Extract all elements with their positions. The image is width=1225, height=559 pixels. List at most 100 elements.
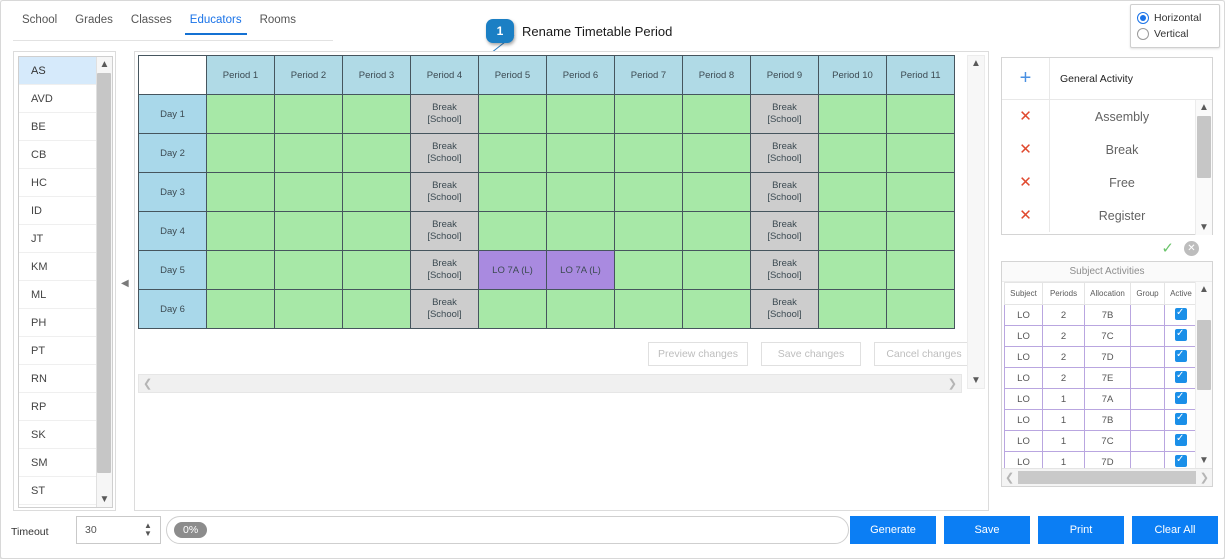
timetable-cell-free[interactable]	[614, 133, 683, 173]
timetable-cell-break[interactable]: Break [School]	[410, 94, 479, 134]
timetable-cell-free[interactable]	[886, 211, 955, 251]
timetable-cell-free[interactable]	[274, 133, 343, 173]
ga-scroll-thumb[interactable]	[1197, 116, 1211, 178]
period-header-cell[interactable]: Period 7	[614, 55, 683, 95]
cancel-changes-button[interactable]: Cancel changes	[874, 342, 974, 366]
cell-active[interactable]	[1164, 367, 1198, 389]
subject-activities-row[interactable]: LO 2 7C	[1004, 325, 1198, 347]
timetable-cell-free[interactable]	[682, 172, 751, 212]
timetable-cell-free[interactable]	[342, 94, 411, 134]
subject-activities-row[interactable]: LO 1 7A	[1004, 388, 1198, 410]
timetable-horizontal-scrollbar[interactable]: ❮ ❯	[138, 374, 962, 393]
cell-active[interactable]	[1164, 409, 1198, 431]
period-header-cell[interactable]: Period 8	[682, 55, 751, 95]
subject-activities-column-header[interactable]: Allocation	[1084, 282, 1131, 305]
delete-activity-icon[interactable]: ✕	[1002, 199, 1050, 232]
subject-activities-row[interactable]: LO 2 7E	[1004, 367, 1198, 389]
timetable-cell-free[interactable]	[682, 211, 751, 251]
collapse-left-icon[interactable]: ◀	[121, 279, 129, 289]
timetable-cell-free[interactable]	[546, 172, 615, 212]
cancel-circle-icon[interactable]: ✕	[1184, 240, 1199, 256]
active-checkbox[interactable]	[1175, 411, 1187, 425]
active-checkbox[interactable]	[1175, 327, 1187, 341]
timetable-cell-free[interactable]	[342, 289, 411, 329]
day-header-cell[interactable]: Day 5	[138, 250, 207, 290]
period-header-cell[interactable]: Period 4	[410, 55, 479, 95]
preview-changes-button[interactable]: Preview changes	[648, 342, 748, 366]
save-changes-button[interactable]: Save changes	[761, 342, 861, 366]
timetable-cell-free[interactable]	[274, 94, 343, 134]
cell-active[interactable]	[1164, 451, 1198, 468]
timeout-stepper[interactable]: 30 ▲ ▼	[76, 516, 161, 544]
timetable-cell-free[interactable]	[342, 211, 411, 251]
general-activity-row[interactable]: ✕ Break	[1002, 133, 1212, 166]
timetable-cell-free[interactable]	[206, 250, 275, 290]
timetable-cell-break[interactable]: Break [School]	[750, 250, 819, 290]
timetable-cell-free[interactable]	[274, 289, 343, 329]
timetable-cell-free[interactable]	[206, 94, 275, 134]
timetable-scroll-left-icon[interactable]: ❮	[143, 377, 152, 390]
educator-list[interactable]: AS AVD BE CB HC ID JT KM ML PH PT RN RP SK SM ST ▲ ▼	[18, 56, 113, 508]
timetable-cell-free[interactable]	[342, 133, 411, 173]
timetable-cell-free[interactable]	[274, 211, 343, 251]
day-header-cell[interactable]: Day 4	[138, 211, 207, 251]
sa-scroll-thumb[interactable]	[1197, 320, 1211, 390]
stepper-down-icon[interactable]: ▼	[140, 530, 156, 538]
timetable-cell-free[interactable]	[614, 172, 683, 212]
timetable-cell-free[interactable]	[818, 133, 887, 173]
timetable-cell-break[interactable]: Break [School]	[750, 289, 819, 329]
tab-school[interactable]: School	[13, 11, 66, 35]
subject-activities-column-header[interactable]: Active	[1164, 282, 1198, 305]
subject-activities-column-header[interactable]: Group	[1130, 282, 1165, 305]
timetable-cell-break[interactable]: Break [School]	[410, 172, 479, 212]
active-checkbox[interactable]	[1175, 453, 1187, 467]
timetable-cell-free[interactable]	[886, 289, 955, 329]
clear-all-button[interactable]: Clear All	[1132, 516, 1218, 544]
save-button[interactable]: Save	[944, 516, 1030, 544]
confirm-check-icon[interactable]: ✓	[1161, 239, 1174, 257]
timetable-cell-activity[interactable]: LO 7A (L)	[546, 250, 615, 290]
radio-option-horizontal[interactable]: Horizontal	[1137, 10, 1213, 26]
timetable-cell-free[interactable]	[818, 250, 887, 290]
sa-scroll-left-icon[interactable]: ❮	[1005, 471, 1014, 484]
timetable-cell-free[interactable]	[818, 172, 887, 212]
educator-scroll-thumb[interactable]	[97, 73, 111, 473]
timetable-cell-free[interactable]	[614, 94, 683, 134]
day-header-cell[interactable]: Day 2	[138, 133, 207, 173]
timetable-cell-free[interactable]	[206, 172, 275, 212]
timetable-cell-free[interactable]	[682, 250, 751, 290]
cell-active[interactable]	[1164, 430, 1198, 452]
timetable-cell-free[interactable]	[614, 250, 683, 290]
sa-scroll-down-icon[interactable]: ▼	[1199, 453, 1209, 468]
timetable-cell-break[interactable]: Break [School]	[750, 133, 819, 173]
timetable-cell-activity[interactable]: LO 7A (L)	[478, 250, 547, 290]
timetable-scroll-up-icon[interactable]: ▲	[971, 56, 981, 71]
timetable-cell-free[interactable]	[682, 94, 751, 134]
delete-activity-icon[interactable]: ✕	[1002, 133, 1050, 166]
timetable-cell-free[interactable]	[818, 211, 887, 251]
general-activity-row[interactable]: ✕ Register	[1002, 199, 1212, 232]
timetable-cell-break[interactable]: Break [School]	[750, 172, 819, 212]
period-header-cell[interactable]: Period 11	[886, 55, 955, 95]
timetable-cell-break[interactable]: Break [School]	[750, 211, 819, 251]
print-button[interactable]: Print	[1038, 516, 1124, 544]
timetable-vertical-scrollbar[interactable]: ▲ ▼	[967, 55, 985, 389]
day-header-cell[interactable]: Day 6	[138, 289, 207, 329]
cell-active[interactable]	[1164, 346, 1198, 368]
subject-activities-row[interactable]: LO 1 7C	[1004, 430, 1198, 452]
timetable-scroll-down-icon[interactable]: ▼	[971, 373, 981, 388]
timetable-cell-free[interactable]	[478, 211, 547, 251]
timetable-cell-free[interactable]	[342, 172, 411, 212]
active-checkbox[interactable]	[1175, 432, 1187, 446]
subject-activities-row[interactable]: LO 2 7B	[1004, 304, 1198, 326]
timetable-cell-free[interactable]	[274, 172, 343, 212]
timetable-cell-free[interactable]	[206, 211, 275, 251]
add-activity-icon[interactable]: +	[1002, 58, 1050, 99]
timetable-cell-free[interactable]	[546, 211, 615, 251]
timetable-cell-free[interactable]	[206, 133, 275, 173]
scroll-down-icon[interactable]: ▼	[100, 492, 110, 507]
subject-activities-row[interactable]: LO 2 7D	[1004, 346, 1198, 368]
timetable-cell-free[interactable]	[682, 289, 751, 329]
timetable-cell-free[interactable]	[682, 133, 751, 173]
timetable-cell-free[interactable]	[886, 172, 955, 212]
